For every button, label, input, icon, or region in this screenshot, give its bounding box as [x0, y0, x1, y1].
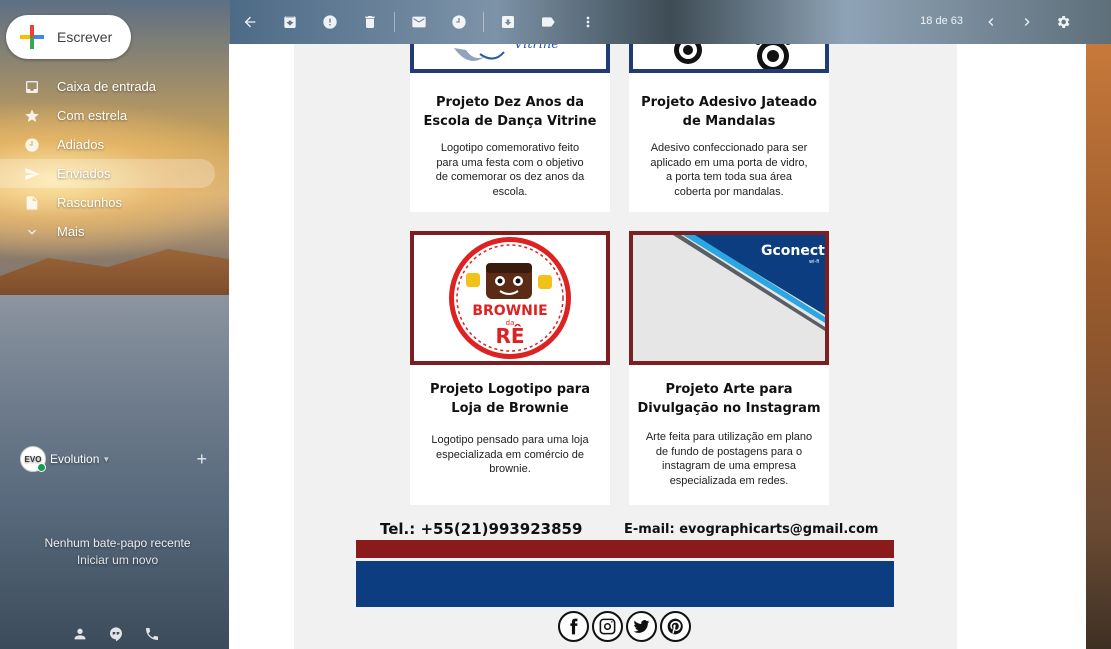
move-to-icon[interactable]: [488, 0, 528, 44]
caret-down-icon: ▼: [102, 454, 111, 464]
start-new-chat-link[interactable]: Iniciar um novo: [0, 552, 235, 569]
toolbar-divider: [483, 12, 484, 32]
brownie-logo-text: BROWNIE: [472, 303, 547, 319]
hangouts-empty-text: Nenhum bate-papo recente: [44, 536, 191, 550]
project-image: Gconect wi-fi: [629, 231, 829, 365]
project-title: Projeto Arte para Divulgação no Instagra…: [637, 382, 821, 416]
compose-label: Escrever: [57, 29, 113, 45]
newsletter: Vitrine Projeto Dez Anos da Escola de Da…: [294, 44, 957, 649]
twitter-icon[interactable]: [626, 611, 657, 642]
inbox-icon: [24, 79, 40, 95]
draft-icon: [24, 195, 40, 211]
sidebar-item-label: Rascunhos: [57, 195, 123, 210]
facebook-icon[interactable]: [558, 611, 589, 642]
project-image: Vitrine: [410, 44, 610, 73]
archive-icon[interactable]: [270, 0, 310, 44]
toolbar-divider: [394, 12, 395, 32]
chevron-down-icon: [24, 224, 40, 240]
hangouts-empty: Nenhum bate-papo recente Iniciar um novo: [0, 535, 235, 569]
social-icons: [558, 611, 691, 642]
mandala-image: [674, 44, 791, 69]
sidebar-item-drafts[interactable]: Rascunhos: [0, 188, 215, 217]
email-body: Vitrine Projeto Dez Anos da Escola de Da…: [229, 44, 1086, 649]
email-count: 18 de 63: [920, 15, 963, 27]
hangouts-user[interactable]: EVO Evolution ▼: [0, 445, 229, 473]
project-title: Projeto Logotipo para Loja de Brownie: [430, 382, 590, 416]
project-title: Projeto Dez Anos da Escola de Dança Vitr…: [423, 95, 597, 129]
project-title: Projeto Adesivo Jateado de Mandalas: [641, 95, 817, 129]
sidebar-item-label: Adiados: [57, 137, 104, 152]
sidebar-nav: Caixa de entrada Com estrela Adiados Env…: [0, 72, 215, 246]
mark-unread-icon[interactable]: [399, 0, 439, 44]
sidebar-item-inbox[interactable]: Caixa de entrada: [0, 72, 215, 101]
contacts-icon[interactable]: [72, 626, 88, 647]
phone-icon[interactable]: [144, 626, 160, 647]
footer-blue-bar: [356, 561, 894, 607]
project-card: Projeto Adesivo Jateado de Mandalas Ades…: [629, 44, 829, 212]
project-image: BROWNIE da RÊ: [410, 231, 610, 365]
instagram-icon[interactable]: [592, 611, 623, 642]
project-description: Logotipo comemorativo feito para uma fes…: [435, 142, 585, 198]
avatar-text: EVO: [24, 454, 42, 464]
project-card: Vitrine Projeto Dez Anos da Escola de Da…: [410, 44, 610, 212]
contact-line: Tel.: +55(21)993923859 E-mail: evographi…: [356, 520, 956, 540]
gconect-logo-sub: wi-fi: [809, 259, 819, 265]
report-spam-icon[interactable]: [310, 0, 350, 44]
avatar: EVO: [20, 446, 46, 472]
chevron-left-icon[interactable]: [973, 0, 1009, 44]
clock-icon: [24, 137, 40, 153]
brownie-logo-name: RÊ: [495, 324, 524, 348]
online-status-dot: [37, 463, 46, 472]
brownie-logo: BROWNIE da RÊ: [449, 237, 571, 359]
sidebar-item-sent[interactable]: Enviados: [0, 159, 215, 188]
pinterest-icon[interactable]: [660, 611, 691, 642]
project-description: Logotipo pensado para uma loja especiali…: [431, 434, 589, 475]
project-description: Arte feita para utilização em plano de f…: [645, 431, 813, 487]
sidebar-item-snoozed[interactable]: Adiados: [0, 130, 215, 159]
chevron-right-icon[interactable]: [1009, 0, 1045, 44]
back-icon[interactable]: [230, 0, 270, 44]
add-chat-icon[interactable]: +: [196, 449, 207, 470]
project-image: [629, 44, 829, 73]
sidebar-item-more[interactable]: Mais: [0, 217, 215, 246]
label-icon[interactable]: [528, 0, 568, 44]
compose-button[interactable]: Escrever: [6, 15, 131, 59]
sidebar-item-label: Mais: [57, 224, 85, 239]
hangouts-panel: EVO Evolution ▼ + Nenhum bate-papo recen…: [0, 445, 229, 567]
toolbar-right: [973, 0, 1081, 44]
star-icon: [24, 108, 40, 124]
contact-email[interactable]: E-mail: evographicarts@gmail.com: [624, 522, 878, 537]
sidebar-item-label: Enviados: [57, 166, 111, 181]
hangouts-footer: [72, 626, 160, 647]
contact-phone: Tel.: +55(21)993923859: [380, 520, 583, 538]
footer-red-bar: [356, 540, 894, 558]
send-icon: [24, 166, 40, 182]
sidebar-item-label: Caixa de entrada: [57, 79, 157, 94]
hangouts-icon[interactable]: [108, 626, 124, 647]
project-card: Gconect wi-fi Projeto Arte para Divulgaç…: [629, 231, 829, 505]
hangouts-username: Evolution: [50, 452, 100, 466]
delete-icon[interactable]: [350, 0, 390, 44]
vitrine-logo: Vitrine: [454, 44, 559, 61]
sidebar-item-starred[interactable]: Com estrela: [0, 101, 215, 130]
gear-icon[interactable]: [1045, 0, 1081, 44]
gconect-art: Gconect wi-fi: [633, 235, 825, 361]
snooze-icon[interactable]: [439, 0, 479, 44]
project-card: BROWNIE da RÊ Projeto Logotipo para Loja…: [410, 231, 610, 505]
vitrine-logo-text: Vitrine: [514, 44, 559, 52]
project-description: Adesivo confeccionado para ser aplicado …: [650, 142, 808, 198]
gconect-logo-text: Gconect: [761, 243, 825, 259]
plus-icon: [20, 25, 44, 49]
sidebar-item-label: Com estrela: [57, 108, 128, 123]
more-vert-icon[interactable]: [568, 0, 608, 44]
